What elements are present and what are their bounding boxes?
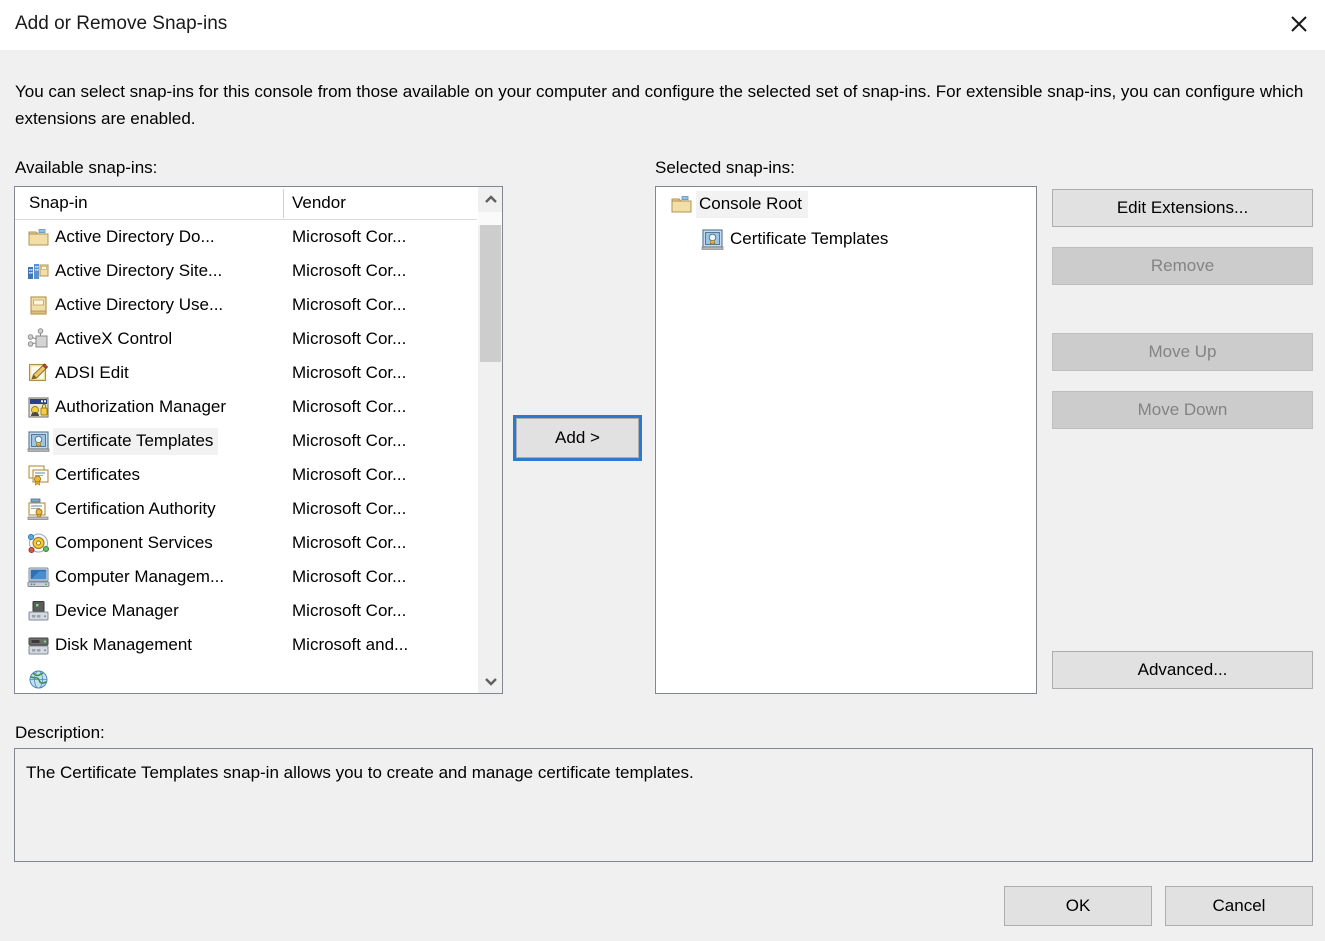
intro-paragraph: You can select snap-ins for this console… bbox=[15, 78, 1305, 132]
snapin-vendor: Microsoft Cor... bbox=[292, 261, 406, 281]
disk-management-icon bbox=[27, 634, 50, 657]
snapin-name: Certificates bbox=[53, 462, 145, 489]
authorization-icon bbox=[27, 396, 50, 419]
available-snapin-row[interactable]: Active Directory Do... Microsoft Cor... bbox=[15, 220, 477, 254]
available-snapin-row[interactable]: ADSI Edit Microsoft Cor... bbox=[15, 356, 477, 390]
activex-icon bbox=[27, 328, 50, 351]
available-snapin-row[interactable]: Certificates Microsoft Cor... bbox=[15, 458, 477, 492]
pencil-edit-icon bbox=[27, 362, 50, 385]
scrollbar-track-upper[interactable] bbox=[478, 212, 503, 225]
snapin-name: Device Manager bbox=[53, 598, 184, 625]
available-snapin-row[interactable]: Certificate Templates Microsoft Cor... bbox=[15, 424, 477, 458]
computer-icon bbox=[27, 566, 50, 589]
snapin-name: ADSI Edit bbox=[53, 360, 134, 387]
snapin-vendor: Microsoft Cor... bbox=[292, 295, 406, 315]
snapin-vendor: Microsoft Cor... bbox=[292, 329, 406, 349]
folder-icon bbox=[670, 193, 693, 216]
available-snapin-row[interactable]: Authorization Manager Microsoft Cor... bbox=[15, 390, 477, 424]
users-folder-icon bbox=[27, 294, 50, 317]
snapin-vendor: Microsoft Cor... bbox=[292, 499, 406, 519]
available-list-scrollbar[interactable] bbox=[477, 187, 502, 693]
available-snapin-row[interactable]: Certification Authority Microsoft Cor... bbox=[15, 492, 477, 526]
available-snapin-row[interactable]: Device Manager Microsoft Cor... bbox=[15, 594, 477, 628]
certificate-template-icon bbox=[27, 430, 50, 453]
move-up-button: Move Up bbox=[1052, 333, 1313, 371]
selected-snapin-label: Certificate Templates bbox=[727, 226, 894, 253]
snapin-name: Active Directory Do... bbox=[53, 224, 220, 251]
snapin-vendor: Microsoft Cor... bbox=[292, 227, 406, 247]
available-rows-viewport: Active Directory Do...Microsoft Cor...Ac… bbox=[15, 220, 477, 694]
ok-button[interactable]: OK bbox=[1004, 886, 1152, 926]
available-snapins-list[interactable]: Snap-in Vendor Active Directory Do... Mic… bbox=[14, 186, 503, 694]
snapin-name: Disk Management bbox=[53, 632, 197, 659]
column-header-vendor[interactable]: Vendor bbox=[292, 193, 346, 213]
column-divider bbox=[283, 189, 284, 218]
snapin-vendor: Microsoft Cor... bbox=[292, 431, 406, 451]
chevron-down-icon[interactable] bbox=[478, 668, 503, 693]
snapin-name bbox=[53, 676, 60, 683]
snapin-vendor: Microsoft Cor... bbox=[292, 465, 406, 485]
description-box: The Certificate Templates snap-in allows… bbox=[14, 748, 1313, 862]
selected-snapins-label: Selected snap-ins: bbox=[655, 158, 795, 178]
available-snapin-row[interactable]: Active Directory Use... Microsoft Cor... bbox=[15, 288, 477, 322]
chevron-up-icon[interactable] bbox=[478, 187, 503, 212]
snapin-name: Active Directory Use... bbox=[53, 292, 228, 319]
available-snapin-row[interactable]: Component Services Microsoft Cor... bbox=[15, 526, 477, 560]
snapin-vendor: Microsoft Cor... bbox=[292, 397, 406, 417]
certificate-template-icon bbox=[701, 228, 724, 251]
selected-snapin-node[interactable]: Console Root bbox=[656, 187, 1036, 222]
available-snapin-row[interactable]: Active Directory Site... Microsoft Cor... bbox=[15, 254, 477, 288]
snapin-name: Component Services bbox=[53, 530, 218, 557]
snapin-vendor: Microsoft Cor... bbox=[292, 567, 406, 587]
close-icon[interactable] bbox=[1273, 0, 1325, 48]
snapin-name: Computer Managem... bbox=[53, 564, 229, 591]
snapin-name: Active Directory Site... bbox=[53, 258, 227, 285]
available-snapin-row[interactable]: Computer Managem... Microsoft Cor... bbox=[15, 560, 477, 594]
cancel-button[interactable]: Cancel bbox=[1165, 886, 1313, 926]
folder-icon bbox=[27, 226, 50, 249]
snapin-vendor: Microsoft Cor... bbox=[292, 363, 406, 383]
move-down-button: Move Down bbox=[1052, 391, 1313, 429]
description-text: The Certificate Templates snap-in allows… bbox=[26, 761, 694, 785]
edit-extensions-button[interactable]: Edit Extensions... bbox=[1052, 189, 1313, 227]
advanced-button[interactable]: Advanced... bbox=[1052, 651, 1313, 689]
snapin-name: Certification Authority bbox=[53, 496, 221, 523]
selected-snapins-tree[interactable]: Console Root Certificate Templates bbox=[655, 186, 1037, 694]
snapin-name: ActiveX Control bbox=[53, 326, 177, 353]
remove-button: Remove bbox=[1052, 247, 1313, 285]
description-label: Description: bbox=[15, 723, 105, 743]
list-column-headers: Snap-in Vendor bbox=[15, 187, 477, 220]
certificates-icon bbox=[27, 464, 50, 487]
window-title: Add or Remove Snap-ins bbox=[15, 13, 227, 35]
available-snapin-row[interactable]: Disk Management Microsoft and... bbox=[15, 628, 477, 662]
snapin-name: Certificate Templates bbox=[53, 428, 218, 455]
available-snapins-label: Available snap-ins: bbox=[15, 158, 157, 178]
snapin-vendor: Microsoft and... bbox=[292, 635, 408, 655]
snapin-vendor: Microsoft Cor... bbox=[292, 601, 406, 621]
certification-authority-icon bbox=[27, 498, 50, 521]
available-snapin-row[interactable]: ActiveX Control Microsoft Cor... bbox=[15, 322, 477, 356]
title-bar: Add or Remove Snap-ins bbox=[0, 0, 1325, 50]
add-button[interactable]: Add > bbox=[516, 418, 639, 458]
column-header-snapin[interactable]: Snap-in bbox=[29, 193, 88, 213]
available-snapin-row[interactable] bbox=[15, 662, 477, 694]
sites-icon bbox=[27, 260, 50, 283]
device-manager-icon bbox=[27, 600, 50, 623]
globe-icon bbox=[27, 668, 50, 691]
snapin-name: Authorization Manager bbox=[53, 394, 231, 421]
selected-snapin-label: Console Root bbox=[696, 191, 808, 218]
snapin-vendor: Microsoft Cor... bbox=[292, 533, 406, 553]
component-services-icon bbox=[27, 532, 50, 555]
selected-snapin-node[interactable]: Certificate Templates bbox=[656, 222, 1036, 257]
scrollbar-thumb[interactable] bbox=[480, 225, 501, 362]
